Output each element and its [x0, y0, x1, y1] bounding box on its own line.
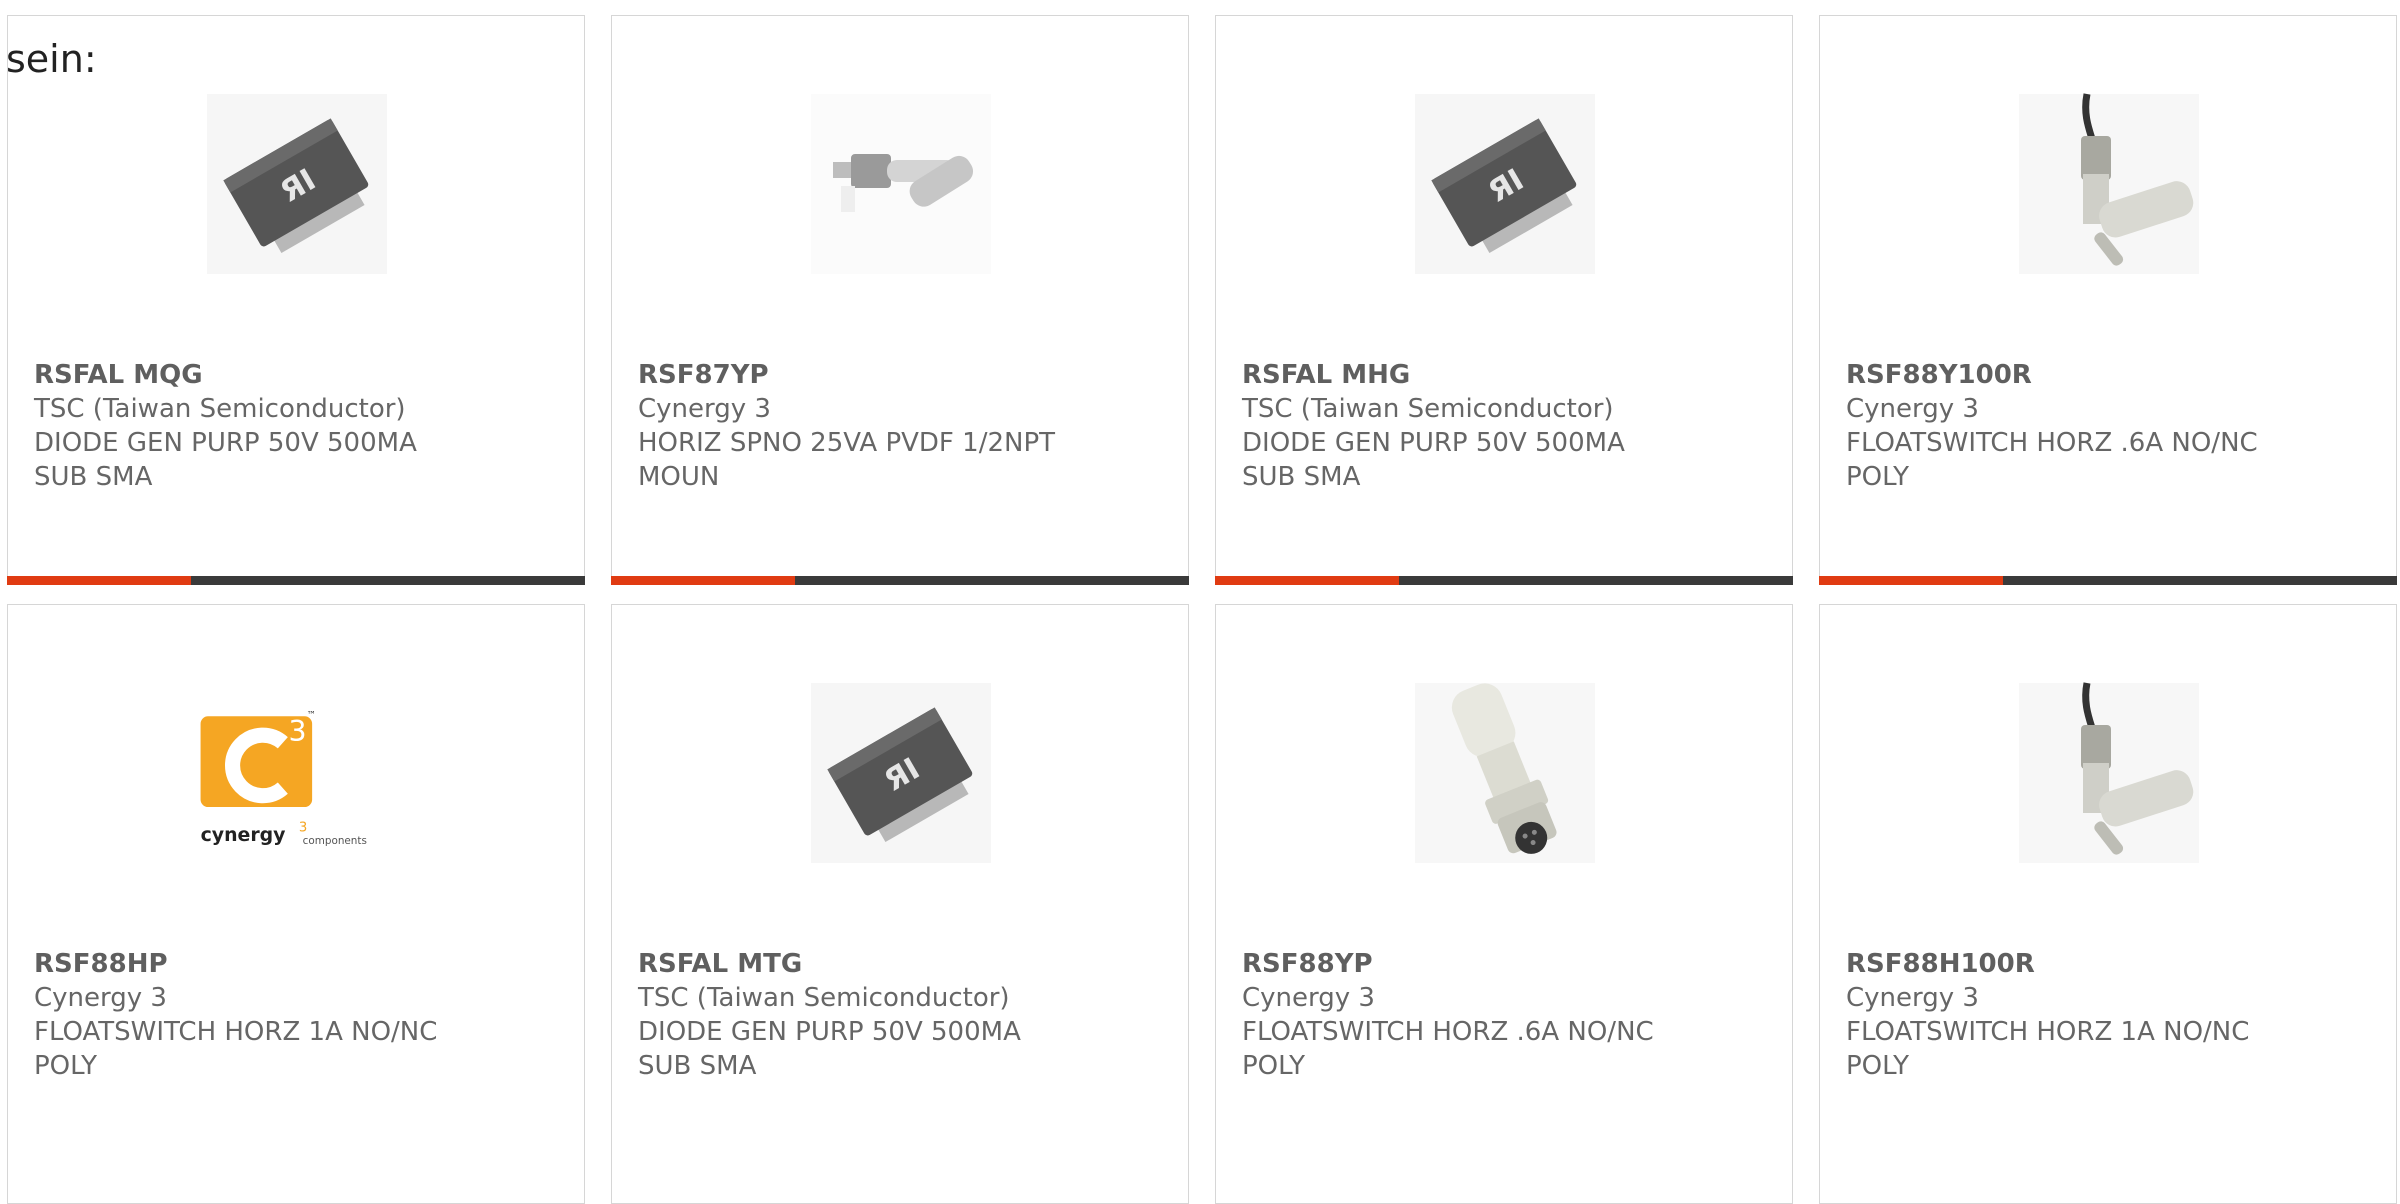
description-line-2: POLY — [1846, 1051, 1910, 1081]
product-card[interactable]: RSF88YP Cynergy 3 FLOATSWITCH HORZ .6A N… — [1215, 604, 1793, 1204]
product-image[interactable] — [2005, 669, 2213, 877]
manufacturer: Cynergy 3 — [34, 983, 167, 1013]
description-line-2: SUB SMA — [638, 1051, 757, 1081]
card-footer-bar — [1819, 576, 2397, 585]
part-number[interactable]: RSF87YP — [638, 358, 1168, 392]
product-card[interactable]: RSF87YP Cynergy 3 HORIZ SPNO 25VA PVDF 1… — [611, 15, 1189, 585]
float-switch-connector-icon — [1415, 683, 1595, 863]
product-info: RSFAL MQG TSC (Taiwan Semiconductor) DIO… — [34, 358, 564, 494]
part-number[interactable]: RSF88H100R — [1846, 947, 2376, 981]
card-footer-accent — [1819, 576, 2003, 585]
card-footer-accent — [611, 576, 795, 585]
product-image[interactable] — [797, 80, 1005, 288]
description-line-1: DIODE GEN PURP 50V 500MA — [1242, 428, 1625, 458]
description-line-1: FLOATSWITCH HORZ 1A NO/NC — [34, 1017, 438, 1047]
smd-diode-icon: ЯI — [811, 683, 991, 863]
smd-diode-icon: ЯI — [1415, 94, 1595, 274]
manufacturer: Cynergy 3 — [1242, 983, 1375, 1013]
intro-text: sein: — [6, 37, 97, 81]
card-footer-bar — [7, 576, 585, 585]
svg-text:3: 3 — [288, 715, 306, 748]
description-line-1: FLOATSWITCH HORZ .6A NO/NC — [1846, 428, 2258, 458]
part-number[interactable]: RSF88YP — [1242, 947, 1772, 981]
product-info: RSF88Y100R Cynergy 3 FLOATSWITCH HORZ .6… — [1846, 358, 2376, 494]
card-footer-bar — [611, 576, 1189, 585]
product-image[interactable]: ЯI — [797, 669, 1005, 877]
manufacturer: Cynergy 3 — [1846, 983, 1979, 1013]
svg-text:cynergy: cynergy — [201, 824, 286, 846]
description-line-1: DIODE GEN PURP 50V 500MA — [34, 428, 417, 458]
manufacturer: TSC (Taiwan Semiconductor) — [638, 983, 1010, 1013]
product-image[interactable]: ЯI — [193, 80, 401, 288]
description-line-2: POLY — [34, 1051, 98, 1081]
manufacturer: TSC (Taiwan Semiconductor) — [1242, 394, 1614, 424]
svg-text:components: components — [303, 835, 367, 847]
product-info: RSF88YP Cynergy 3 FLOATSWITCH HORZ .6A N… — [1242, 947, 1772, 1083]
smd-diode-icon: ЯI — [207, 94, 387, 274]
part-number[interactable]: RSFAL MTG — [638, 947, 1168, 981]
description-line-1: HORIZ SPNO 25VA PVDF 1/2NPT — [638, 428, 1056, 458]
part-number[interactable]: RSFAL MQG — [34, 358, 564, 392]
product-card[interactable]: RSF88Y100R Cynergy 3 FLOATSWITCH HORZ .6… — [1819, 15, 2397, 585]
part-number[interactable]: RSFAL MHG — [1242, 358, 1772, 392]
description-line-2: SUB SMA — [34, 462, 153, 492]
product-card[interactable]: RSF88H100R Cynergy 3 FLOATSWITCH HORZ 1A… — [1819, 604, 2397, 1204]
svg-text:3: 3 — [299, 821, 307, 836]
description-line-2: MOUN — [638, 462, 720, 492]
horizontal-float-switch-icon — [811, 94, 991, 274]
product-card[interactable]: ЯI RSFAL MHG TSC (Taiwan Semiconductor) … — [1215, 15, 1793, 585]
description-line-2: POLY — [1242, 1051, 1306, 1081]
product-card[interactable]: ЯI RSFAL MTG TSC (Taiwan Semiconductor) … — [611, 604, 1189, 1204]
description-line-2: POLY — [1846, 462, 1910, 492]
card-footer-accent — [1215, 576, 1399, 585]
float-switch-cable-icon — [2019, 93, 2199, 274]
product-info: RSF88HP Cynergy 3 FLOATSWITCH HORZ 1A NO… — [34, 947, 564, 1083]
product-image[interactable] — [1401, 669, 1609, 877]
product-image[interactable]: 3 ™ cynergy 3 components — [193, 669, 401, 877]
product-info: RSF88H100R Cynergy 3 FLOATSWITCH HORZ 1A… — [1846, 947, 2376, 1083]
description-line-1: FLOATSWITCH HORZ 1A NO/NC — [1846, 1017, 2250, 1047]
product-info: RSF87YP Cynergy 3 HORIZ SPNO 25VA PVDF 1… — [638, 358, 1168, 494]
product-grid: ЯI RSFAL MQG TSC (Taiwan Semiconductor) … — [7, 15, 2400, 1204]
product-info: RSFAL MTG TSC (Taiwan Semiconductor) DIO… — [638, 947, 1168, 1083]
svg-text:™: ™ — [306, 710, 315, 721]
description-line-2: SUB SMA — [1242, 462, 1361, 492]
product-image[interactable] — [2005, 80, 2213, 288]
part-number[interactable]: RSF88Y100R — [1846, 358, 2376, 392]
manufacturer: Cynergy 3 — [1846, 394, 1979, 424]
description-line-1: FLOATSWITCH HORZ .6A NO/NC — [1242, 1017, 1654, 1047]
part-number[interactable]: RSF88HP — [34, 947, 564, 981]
card-footer-accent — [7, 576, 191, 585]
manufacturer: Cynergy 3 — [638, 394, 771, 424]
product-image[interactable]: ЯI — [1401, 80, 1609, 288]
description-line-1: DIODE GEN PURP 50V 500MA — [638, 1017, 1021, 1047]
product-card[interactable]: 3 ™ cynergy 3 components RSF88HP Cynergy… — [7, 604, 585, 1204]
float-switch-cable-icon — [2019, 682, 2199, 863]
card-footer-bar — [1215, 576, 1793, 585]
cynergy3-logo: 3 ™ cynergy 3 components — [193, 678, 401, 868]
manufacturer: TSC (Taiwan Semiconductor) — [34, 394, 406, 424]
product-card[interactable]: ЯI RSFAL MQG TSC (Taiwan Semiconductor) … — [7, 15, 585, 585]
product-info: RSFAL MHG TSC (Taiwan Semiconductor) DIO… — [1242, 358, 1772, 494]
